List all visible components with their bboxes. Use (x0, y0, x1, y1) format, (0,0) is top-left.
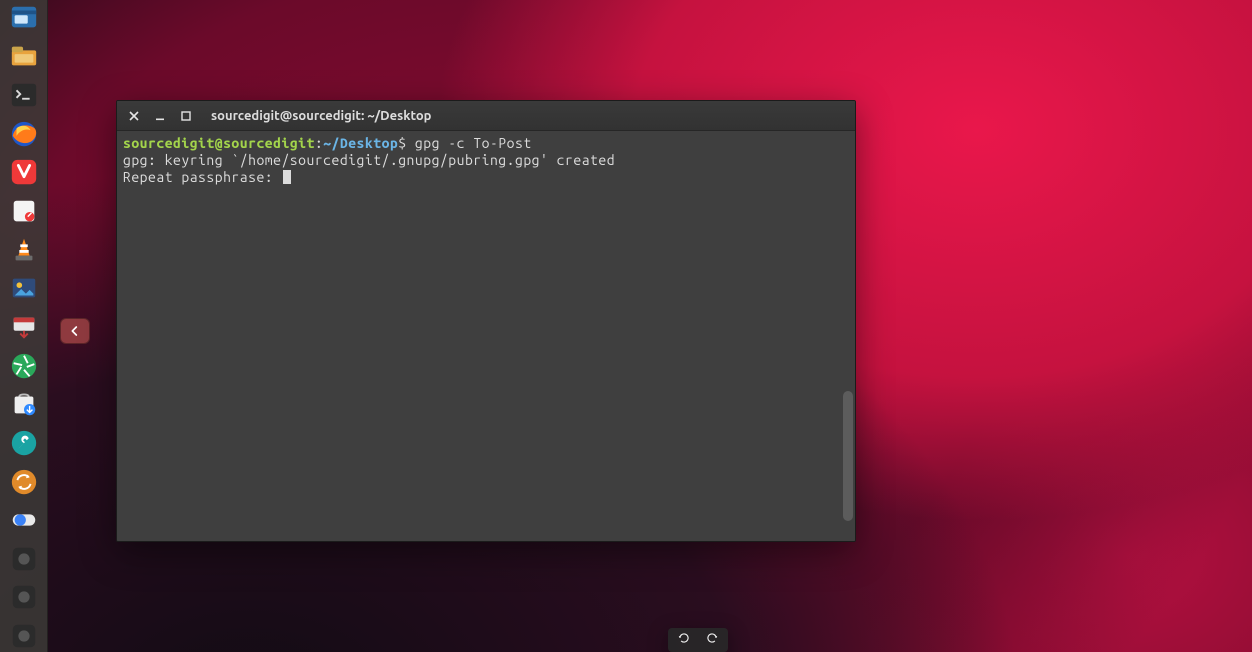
dock-item-16[interactable] (4, 582, 44, 614)
terminal-title: sourcedigit@sourcedigit: ~/Desktop (211, 109, 431, 123)
window-controls (127, 109, 193, 123)
prompt-user: sourcedigit (123, 135, 215, 151)
window-maximize-button[interactable] (179, 109, 193, 123)
prompt-host: sourcedigit (223, 135, 315, 151)
files-icon (9, 3, 39, 33)
files-alt-icon (9, 41, 39, 71)
vivaldi-icon (9, 157, 39, 187)
sync-icon (9, 467, 39, 497)
terminal-line-1: sourcedigit@sourcedigit:~/Desktop$ gpg -… (123, 135, 849, 152)
terminal-scrollbar-thumb[interactable] (843, 391, 853, 521)
dock-item-tweaks[interactable] (4, 504, 44, 536)
shutter-icon (9, 351, 39, 381)
arrow-left-icon (67, 323, 83, 339)
terminal-titlebar[interactable]: sourcedigit@sourcedigit: ~/Desktop (117, 101, 855, 131)
vlc-icon (9, 235, 39, 265)
dock-item-sync[interactable] (4, 466, 44, 498)
terminal-line-3: Repeat passphrase: (123, 169, 849, 186)
terminal-body[interactable]: sourcedigit@sourcedigit:~/Desktop$ gpg -… (117, 131, 855, 541)
prompt-dollar: $ (398, 135, 406, 151)
dock (0, 0, 48, 652)
dock-item-software-updater[interactable] (4, 311, 44, 343)
settings-icon (9, 428, 39, 458)
repeat-passphrase-label: Repeat passphrase: (123, 169, 281, 185)
window-close-button[interactable] (127, 109, 141, 123)
window-minimize-button[interactable] (153, 109, 167, 123)
dock-item-terminal[interactable] (4, 79, 44, 111)
item-16-icon (9, 582, 39, 612)
software-install-icon (9, 389, 39, 419)
prompt-cwd: ~/Desktop (323, 135, 398, 151)
dock-item-files[interactable] (4, 2, 44, 34)
terminal-line-2: gpg: keyring `/home/sourcedigit/.gnupg/p… (123, 152, 849, 169)
maximize-icon (180, 110, 192, 122)
item-17-icon (9, 621, 39, 651)
dock-item-vlc[interactable] (4, 234, 44, 266)
undo-button[interactable] (677, 631, 691, 649)
reload-ccw-icon (677, 631, 691, 645)
dock-item-firefox[interactable] (4, 118, 44, 150)
dock-item-15[interactable] (4, 543, 44, 575)
terminal-window[interactable]: sourcedigit@sourcedigit: ~/Desktop sourc… (116, 100, 856, 542)
prompt-colon: : (315, 135, 323, 151)
notes-icon (9, 196, 39, 226)
minimize-icon (154, 110, 166, 122)
software-updater-icon (9, 312, 39, 342)
dock-item-notes[interactable] (4, 195, 44, 227)
prompt-at: @ (215, 135, 223, 151)
dock-item-settings[interactable] (4, 427, 44, 459)
refresh-controls (668, 628, 728, 652)
redo-button[interactable] (705, 631, 719, 649)
dock-item-vivaldi[interactable] (4, 157, 44, 189)
terminal-cursor (283, 170, 291, 184)
dock-item-shutter[interactable] (4, 350, 44, 382)
terminal-command: gpg -c To-Post (407, 135, 532, 151)
close-icon (128, 110, 140, 122)
item-15-icon (9, 544, 39, 574)
dock-item-media[interactable] (4, 272, 44, 304)
dock-item-17[interactable] (4, 620, 44, 652)
dock-item-files-alt[interactable] (4, 41, 44, 73)
dock-item-software-install[interactable] (4, 388, 44, 420)
tweaks-icon (9, 505, 39, 535)
media-icon (9, 273, 39, 303)
terminal-icon (9, 80, 39, 110)
firefox-icon (9, 119, 39, 149)
back-button[interactable] (60, 318, 90, 344)
reload-cw-icon (705, 631, 719, 645)
